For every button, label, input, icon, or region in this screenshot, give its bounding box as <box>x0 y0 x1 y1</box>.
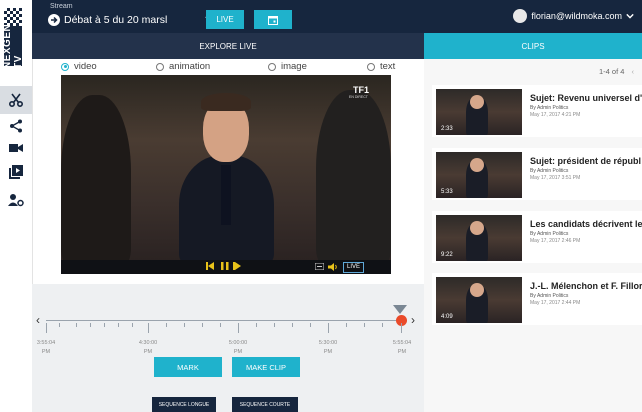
clip-date: May 17, 2017 3:51 PM <box>530 175 581 181</box>
radio-icon <box>268 62 276 71</box>
clip-card[interactable]: 9:22 Les candidats décrivent le By Admin… <box>432 211 642 263</box>
explore-live-header: EXPLORE LIVE <box>32 33 424 59</box>
step-forward-icon[interactable] <box>233 262 243 270</box>
video-frame: TF1 EN DIRECT <box>61 75 391 265</box>
stream-select[interactable]: Débat à 5 du 20 marsl <box>48 12 214 28</box>
clip-date: May 17, 2017 4:21 PM <box>530 112 581 118</box>
clip-date: May 17, 2017 2:46 PM <box>530 238 581 244</box>
timeline-track[interactable] <box>46 320 400 321</box>
chevron-down-icon <box>626 13 634 19</box>
calendar-icon <box>268 15 278 25</box>
clips-panel: 1-4 of 4 ‹ 2:33 Sujet: Revenu universel … <box>424 59 642 412</box>
avatar <box>513 9 528 23</box>
player-live-badge[interactable]: LIVE <box>343 262 365 273</box>
arrow-circle-icon <box>48 14 60 26</box>
timeline-panel: ‹ › 3:55:04 PM 4:30:00 PM 5:00:00 PM 5:30:0… <box>32 284 424 412</box>
clip-author: By Admin Politics <box>530 168 569 174</box>
clip-title: J.-L. Mélenchon et F. Fillor <box>530 281 642 291</box>
chevron-left-icon[interactable]: ‹ <box>632 67 635 76</box>
video-player[interactable]: TF1 EN DIRECT LIVE <box>61 75 391 274</box>
timeline-label: 4:30:00 PM <box>138 340 158 355</box>
clips-count: 1-4 of 4 <box>598 67 625 76</box>
clips-tab[interactable]: CLIPS <box>424 33 642 59</box>
clip-author: By Admin Politics <box>530 105 569 111</box>
clip-author: By Admin Politics <box>530 293 569 299</box>
calendar-button[interactable] <box>254 10 292 29</box>
radio-label: animation <box>169 61 211 72</box>
clips-pagination: 1-4 of 4 ‹ <box>599 67 634 76</box>
volume-icon[interactable] <box>328 263 338 271</box>
radio-label: image <box>281 61 307 72</box>
radio-label: text <box>380 61 396 72</box>
clip-card[interactable]: 5:33 Sujet: président de républ By Admin… <box>432 148 642 200</box>
timeline-label: 3:55:04 PM <box>36 340 56 355</box>
clip-card[interactable]: 2:33 Sujet: Revenu universel d' By Admin… <box>432 85 642 137</box>
clip-duration: 2:33 <box>441 126 453 132</box>
make-clip-button[interactable]: MAKE CLIP <box>232 357 300 377</box>
playlist-icon[interactable] <box>0 158 32 186</box>
top-bar: Stream Débat à 5 du 20 marsl LIVE floria… <box>32 0 642 33</box>
channel-sub: EN DIRECT <box>349 95 368 99</box>
clip-thumbnail: 9:22 <box>436 215 522 261</box>
clip-author: By Admin Politics <box>530 231 569 237</box>
radio-icon <box>156 62 164 71</box>
clip-title: Les candidats décrivent le <box>530 219 642 229</box>
timeline-label: 5:00:00 PM <box>228 340 248 355</box>
clip-card[interactable]: 4:09 J.-L. Mélenchon et F. Fillor By Adm… <box>432 273 642 325</box>
clip-thumbnail: 2:33 <box>436 89 522 135</box>
radio-image[interactable]: image <box>268 61 307 72</box>
short-sequence-button[interactable]: SEQUENCE COURTE <box>232 397 298 412</box>
timeline-pin-icon[interactable] <box>393 305 407 314</box>
brand-name: NEXGEN TV <box>2 23 24 69</box>
timeline-label: 5:55:04 PM <box>392 340 412 355</box>
clip-date: May 17, 2017 2:44 PM <box>530 300 581 306</box>
clip-title: Sujet: Revenu universel d' <box>530 93 642 103</box>
mode-selector: video animation image text <box>32 59 424 75</box>
timeline-next-icon[interactable]: › <box>411 313 415 327</box>
radio-text[interactable]: text <box>367 61 395 72</box>
timeline-prev-icon[interactable]: ‹ <box>36 313 40 327</box>
radio-selected-icon <box>61 62 69 71</box>
subtitles-icon[interactable] <box>315 263 324 270</box>
step-back-icon[interactable] <box>206 262 216 270</box>
clip-thumbnail: 5:33 <box>436 152 522 198</box>
scissors-icon[interactable] <box>0 86 32 114</box>
clip-title: Sujet: président de républ <box>530 156 642 166</box>
radio-icon <box>367 62 375 71</box>
radio-animation[interactable]: animation <box>156 61 210 72</box>
channel-logo: TF1 <box>353 85 370 95</box>
clip-duration: 4:09 <box>441 314 453 320</box>
clip-thumbnail: 4:09 <box>436 277 522 323</box>
radio-video[interactable]: video <box>61 61 97 72</box>
mark-button[interactable]: MARK <box>154 357 222 377</box>
radio-label: video <box>74 61 97 72</box>
playback-controls[interactable] <box>206 262 243 272</box>
brand-logo: NEXGEN TV <box>2 8 26 69</box>
clip-duration: 9:22 <box>441 252 453 258</box>
stream-caption: Stream <box>50 3 73 10</box>
pause-icon[interactable] <box>220 262 229 270</box>
user-menu[interactable]: florian@wildmoka.com <box>513 9 634 23</box>
clip-duration: 5:33 <box>441 189 453 195</box>
stream-select-value: Débat à 5 du 20 marsl <box>64 14 168 26</box>
timeline-label: 5:30:00 PM <box>318 340 338 355</box>
long-sequence-button[interactable]: SEQUENCE LONGUE <box>152 397 216 412</box>
live-button[interactable]: LIVE <box>206 10 244 29</box>
user-email: florian@wildmoka.com <box>531 11 622 21</box>
user-settings-icon[interactable] <box>0 186 32 214</box>
